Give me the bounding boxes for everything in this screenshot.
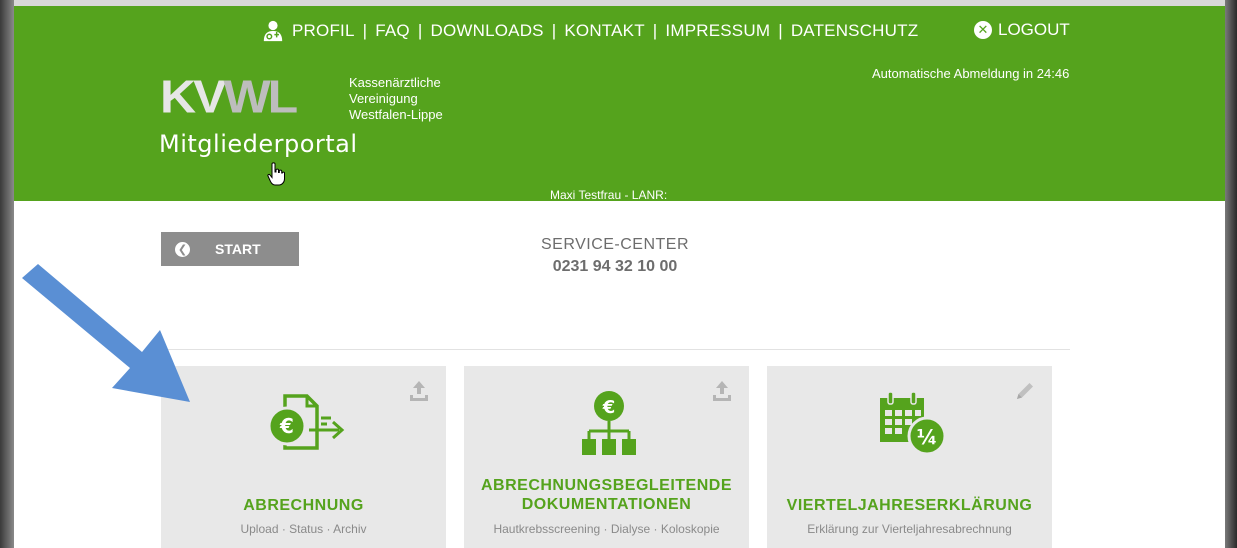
nav-separator: |	[652, 21, 658, 40]
tile-subtitle: Erklärung zur Vierteljahresabrechnung	[807, 522, 1012, 536]
portal-title: Mitgliederportal	[159, 130, 358, 158]
upload-icon[interactable]	[711, 380, 733, 402]
nav-datenschutz[interactable]: DATENSCHUTZ	[791, 21, 919, 41]
tile-subtitle: Hautkrebsscreening · Dialyse · Koloskopi…	[493, 522, 720, 536]
logout-label: LOGOUT	[998, 20, 1070, 39]
calendar-quarter-icon: ¼	[880, 391, 947, 456]
pencil-icon[interactable]	[1014, 380, 1036, 402]
start-label: START	[215, 241, 261, 257]
service-center: SERVICE-CENTER 0231 94 32 10 00	[480, 236, 750, 276]
svg-text:€: €	[602, 397, 616, 418]
header: PROFIL | FAQ | DOWNLOADS | KONTAKT | IMP…	[14, 6, 1225, 202]
tile-vierteljahreserklaerung[interactable]: ¼ VIERTELJAHRESERKLÄRUNG Erklärung zur V…	[767, 366, 1052, 548]
service-center-label: SERVICE-CENTER	[540, 236, 690, 253]
logout-button[interactable]: ✕ LOGOUT	[974, 20, 1070, 40]
euro-hierarchy-icon: €	[582, 391, 636, 455]
nav-impressum[interactable]: IMPRESSUM	[665, 21, 770, 41]
nav-separator: |	[778, 21, 783, 40]
logo-subtitle: Kassenärztliche Vereinigung Westfalen-Li…	[349, 75, 443, 122]
window-frame-right	[1225, 0, 1237, 548]
close-circle-icon: ✕	[974, 21, 992, 39]
nav-separator: |	[551, 21, 557, 40]
user-info: Maxi Testfrau - LANR:	[550, 188, 668, 202]
user-doctor-icon[interactable]	[262, 20, 284, 42]
tile-abrechnungsbegleitende-dokumentationen[interactable]: € ABRECHNUNGSBEGLEITENDE DOKUMENTATIONEN…	[464, 366, 749, 548]
nav-faq[interactable]: FAQ	[375, 21, 410, 41]
nav-separator: |	[417, 21, 423, 40]
divider	[161, 349, 1070, 350]
nav-separator: |	[362, 21, 368, 40]
tile-subtitle: Upload · Status · Archiv	[240, 522, 367, 536]
window-frame-left	[0, 0, 14, 548]
tile-title: VIERTELJAHRESERKLÄRUNG	[786, 497, 1033, 514]
svg-text:€: €	[279, 414, 294, 438]
upload-icon[interactable]	[408, 380, 430, 402]
invoice-euro-icon: €	[267, 394, 345, 450]
chevron-left-icon: ❮	[175, 241, 190, 257]
tile-title: ABRECHNUNGSBEGLEITENDE DOKUMENTATIONEN	[480, 477, 732, 513]
nav-links: PROFIL | FAQ | DOWNLOADS | KONTAKT | IMP…	[262, 20, 918, 42]
top-navigation: PROFIL | FAQ | DOWNLOADS | KONTAKT | IMP…	[14, 20, 1225, 44]
quarter-badge: ¼	[917, 425, 938, 449]
nav-profil[interactable]: PROFIL	[292, 21, 355, 41]
auto-logout-timer: Automatische Abmeldung in 24:46	[872, 66, 1070, 81]
highlight-arrow-icon	[22, 264, 190, 402]
nav-downloads[interactable]: DOWNLOADS	[430, 21, 543, 41]
service-center-phone[interactable]: 0231 94 32 10 00	[480, 258, 750, 276]
hand-cursor-icon	[267, 162, 285, 186]
nav-kontakt[interactable]: KONTAKT	[564, 21, 644, 41]
logo-wordmark: KVWL	[160, 71, 298, 123]
tile-title: ABRECHNUNG	[243, 497, 364, 514]
